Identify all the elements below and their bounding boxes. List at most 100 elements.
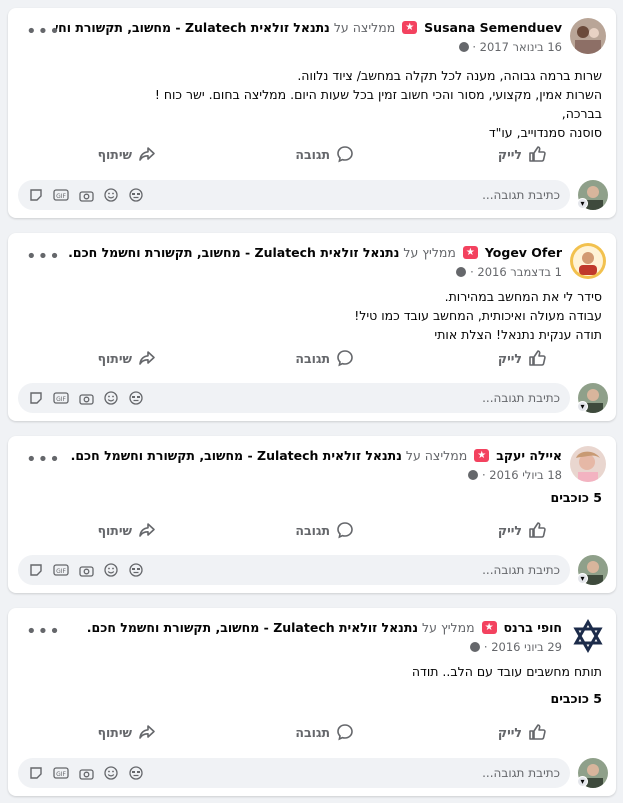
share-button[interactable]: שיתוף	[98, 513, 156, 547]
reviewer-avatar[interactable]	[570, 446, 606, 482]
comment-tools: GIF	[28, 180, 144, 210]
like-label: לייק	[497, 146, 522, 162]
comment-input[interactable]: כתיבת תגובה... GIF	[18, 180, 570, 210]
page-link[interactable]: נתנאל זולאית Zulatech - מחשוב, תקשורת וח…	[56, 20, 330, 35]
review-body: 5 כוכבים	[22, 488, 602, 507]
reviewer-name[interactable]: איילה יעקב	[496, 448, 562, 463]
share-button[interactable]: שיתוף	[98, 137, 156, 171]
page-link[interactable]: נתנאל זולאית Zulatech - מחשוב, תקשורת וח…	[68, 245, 399, 260]
comment-button[interactable]: תגובה	[295, 341, 354, 375]
date-text: 16 בינואר 2017 ·	[472, 40, 562, 54]
sticker-icon[interactable]	[28, 562, 44, 578]
share-button[interactable]: שיתוף	[98, 341, 156, 375]
camera-icon[interactable]	[78, 390, 94, 406]
page-link[interactable]: נתנאל זולאית Zulatech - מחשוב, תקשורת וח…	[87, 620, 418, 635]
review-line: סידר לי את המחשב במהירות.	[444, 289, 602, 304]
review-title: Yogev Ofer ממליץ על נתנאל זולאית Zulatec…	[56, 244, 562, 262]
sticker-icon[interactable]	[28, 390, 44, 406]
recommend-icon	[402, 19, 418, 37]
like-icon	[529, 350, 546, 366]
share-button[interactable]: שיתוף	[98, 715, 156, 749]
comment-tools: GIF	[28, 758, 144, 788]
like-button[interactable]: לייק	[498, 513, 546, 547]
comment-button[interactable]: תגובה	[295, 513, 354, 547]
reviewer-name[interactable]: חופי ברנס	[504, 620, 562, 635]
camera-icon[interactable]	[78, 765, 94, 781]
comment-label: תגובה	[295, 350, 330, 366]
avatar-sticker-icon[interactable]	[128, 765, 144, 781]
gif-icon[interactable]: GIF	[53, 765, 69, 781]
date-text: 18 ביולי 2016 ·	[481, 468, 562, 482]
review-body: סידר לי את המחשב במהירות. עבודה מעולה וא…	[22, 287, 602, 344]
comment-label: תגובה	[295, 522, 330, 538]
comment-composer: ▾ כתיבת תגובה... GIF	[8, 379, 616, 419]
reviewer-avatar[interactable]	[570, 243, 606, 279]
chevron-down-icon[interactable]: ▾	[577, 573, 588, 584]
action-bar: לייק תגובה שיתוף	[8, 137, 616, 171]
like-label: לייק	[497, 522, 522, 538]
avatar-sticker-icon[interactable]	[128, 390, 144, 406]
emoji-icon[interactable]	[103, 390, 119, 406]
gif-icon[interactable]: GIF	[53, 390, 69, 406]
share-label: שיתוף	[97, 146, 132, 162]
comment-input[interactable]: כתיבת תגובה... GIF	[18, 555, 570, 585]
review-date[interactable]: 29 ביוני 2016 ·	[468, 639, 562, 655]
review-date[interactable]: 16 בינואר 2017 ·	[457, 39, 562, 55]
chevron-down-icon[interactable]: ▾	[577, 776, 588, 787]
review-header: Yogev Ofer ממליץ על נתנאל זולאית Zulatec…	[8, 233, 616, 289]
avatar-sticker-icon[interactable]	[128, 187, 144, 203]
recommend-icon	[474, 447, 490, 465]
recommend-icon	[481, 619, 497, 637]
more-options-icon[interactable]: •••	[26, 623, 61, 641]
review-date[interactable]: 1 בדצמבר 2016 ·	[454, 264, 562, 280]
review-date[interactable]: 18 ביולי 2016 ·	[466, 467, 562, 483]
like-button[interactable]: לייק	[498, 137, 546, 171]
chevron-down-icon[interactable]: ▾	[577, 198, 588, 209]
svg-text:GIF: GIF	[56, 193, 66, 200]
gif-icon[interactable]: GIF	[53, 187, 69, 203]
page-link[interactable]: נתנאל זולאית Zulatech - מחשוב, תקשורת וח…	[71, 448, 402, 463]
comment-button[interactable]: תגובה	[295, 137, 354, 171]
svg-text:GIF: GIF	[56, 396, 66, 403]
reviewer-name[interactable]: Yogev Ofer	[485, 245, 562, 260]
share-label: שיתוף	[97, 522, 132, 538]
globe-icon	[456, 267, 467, 277]
comment-icon	[337, 522, 353, 539]
reviewer-avatar[interactable]	[570, 618, 606, 654]
recommend-verb: ממליץ על	[422, 620, 475, 635]
chevron-down-icon[interactable]: ▾	[577, 401, 588, 412]
like-button[interactable]: לייק	[498, 341, 546, 375]
reviewer-name[interactable]: Susana Semenduev	[424, 20, 562, 35]
sticker-icon[interactable]	[28, 765, 44, 781]
camera-icon[interactable]	[78, 562, 94, 578]
emoji-icon[interactable]	[103, 765, 119, 781]
globe-icon	[468, 470, 479, 480]
more-options-icon[interactable]: •••	[26, 248, 61, 266]
comment-composer: ▾ כתיבת תגובה... GIF	[8, 176, 616, 216]
gif-icon[interactable]: GIF	[53, 562, 69, 578]
more-options-icon[interactable]: •••	[26, 23, 61, 41]
emoji-icon[interactable]	[103, 562, 119, 578]
comment-button[interactable]: תגובה	[295, 715, 354, 749]
comment-input[interactable]: כתיבת תגובה... GIF	[18, 383, 570, 413]
review-header: איילה יעקב ממליצה על נתנאל זולאית Zulate…	[8, 436, 616, 492]
action-bar: לייק תגובה שיתוף	[8, 715, 616, 749]
comment-composer: ▾ כתיבת תגובה... GIF	[8, 754, 616, 794]
action-bar: לייק תגובה שיתוף	[8, 513, 616, 547]
more-options-icon[interactable]: •••	[26, 451, 61, 469]
reviewer-avatar[interactable]	[570, 18, 606, 54]
camera-icon[interactable]	[78, 187, 94, 203]
like-button[interactable]: לייק	[498, 715, 546, 749]
avatar-sticker-icon[interactable]	[128, 562, 144, 578]
review-card: איילה יעקב ממליצה על נתנאל זולאית Zulate…	[8, 436, 616, 593]
like-icon	[529, 146, 546, 162]
like-icon	[529, 522, 546, 538]
emoji-icon[interactable]	[103, 187, 119, 203]
comment-input[interactable]: כתיבת תגובה... GIF	[18, 758, 570, 788]
sticker-icon[interactable]	[28, 187, 44, 203]
comment-composer: ▾ כתיבת תגובה... GIF	[8, 551, 616, 591]
date-text: 29 ביוני 2016 ·	[483, 640, 562, 654]
comment-placeholder: כתיבת תגובה...	[482, 563, 560, 577]
comment-tools: GIF	[28, 383, 144, 413]
review-line: עבודה מעולה ואיכותית, המחשב עובד כמו טיל…	[354, 308, 602, 323]
